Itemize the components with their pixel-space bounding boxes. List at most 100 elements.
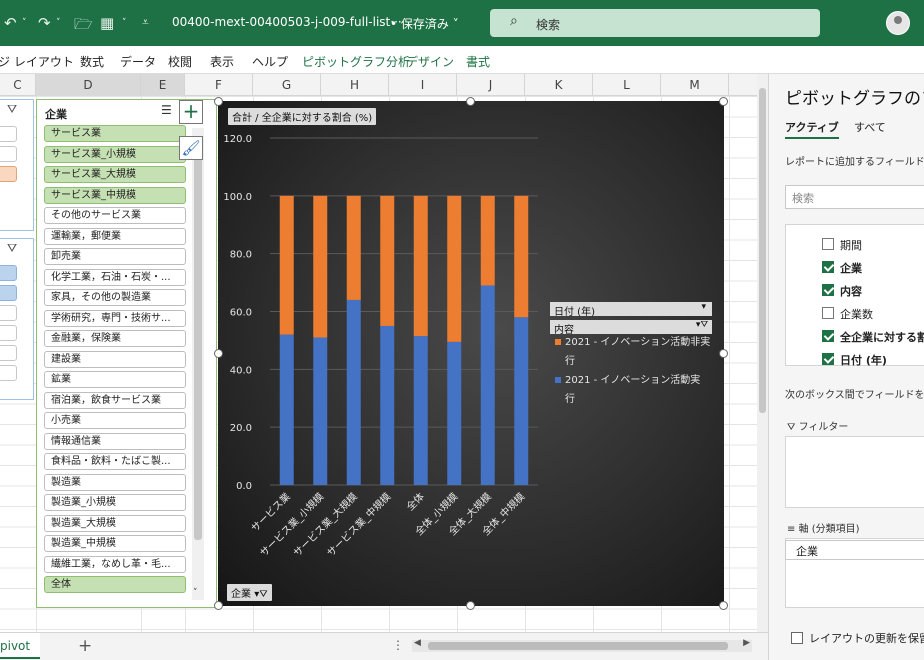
column-header-d[interactable]: D (36, 74, 141, 96)
partial-slicer-item[interactable] (0, 325, 17, 341)
vertical-scroll-thumb[interactable] (759, 88, 766, 413)
bar-segment[interactable] (279, 334, 294, 485)
field-label-content[interactable]: 内容 (840, 283, 862, 299)
field-checkbox-ratio[interactable] (822, 330, 834, 342)
column-header-h[interactable]: H (321, 74, 389, 96)
tab-all[interactable]: すべて (854, 119, 886, 135)
bar-segment[interactable] (514, 195, 529, 318)
bar-segment[interactable] (279, 195, 294, 335)
legend-date-button[interactable]: 日付 (年) ▾ (550, 302, 712, 318)
horizontal-scrollbar[interactable]: ◀ ▶ (412, 638, 752, 652)
open-folder-icon[interactable]: 🗁 (74, 14, 93, 39)
bar-segment[interactable] (346, 195, 361, 300)
slicer-item[interactable]: 製造業_中規模 (44, 535, 186, 552)
slicer-item[interactable]: 小売業 (44, 412, 186, 429)
slicer-item[interactable]: サービス業 (44, 125, 186, 142)
more-options-icon[interactable]: ⋮ (392, 638, 404, 652)
slicer-scroll-thumb[interactable] (194, 140, 202, 540)
slicer-item[interactable]: サービス業_中規模 (44, 186, 186, 204)
slicer-item[interactable]: 学術研究，専門・技術サ... (44, 309, 186, 327)
tab-page-layout[interactable]: ジ レイアウト (0, 53, 74, 70)
slicer-item[interactable]: 宿泊業，飲食サービス業 (44, 391, 186, 409)
bar-segment[interactable] (313, 337, 328, 485)
slicer-item[interactable]: 卸売業 (44, 248, 186, 265)
slicer-item[interactable]: サービス業_小規模 (44, 145, 186, 163)
resize-handle[interactable] (719, 349, 728, 358)
defer-layout-checkbox[interactable] (791, 632, 803, 644)
resize-handle[interactable] (214, 349, 223, 358)
chevron-down-icon[interactable]: ˅ (122, 18, 127, 28)
slicer-item[interactable]: 運輸業，郵便業 (44, 227, 186, 245)
field-label-ratio[interactable]: 全企業に対する割 (840, 329, 924, 345)
column-header-l[interactable]: L (593, 74, 661, 96)
partial-slicer-item[interactable] (0, 126, 17, 142)
slicer-item[interactable]: 製造業 (44, 473, 186, 491)
field-label-company[interactable]: 企業 (840, 260, 862, 276)
company-slicer[interactable]: 企業 ☰ ˅ サービス業 サービス業_小規模 サービス業_大規模 サービス業_中規模そ… (36, 99, 217, 608)
field-label-company-count[interactable]: 企業数 (840, 306, 873, 322)
resize-handle[interactable] (214, 97, 223, 106)
slicer-item[interactable]: 家具，その他の製造業 (44, 289, 186, 306)
legend-content-button[interactable]: 内容 ▾⛛ (550, 320, 712, 336)
partial-slicer-item[interactable] (0, 146, 17, 162)
sheet-tab-pivot[interactable]: pivot (0, 633, 40, 659)
form-icon[interactable]: ▦ (100, 14, 114, 32)
column-header-e[interactable]: E (141, 74, 185, 96)
bar-segment[interactable] (313, 195, 328, 338)
slicer-item[interactable]: 製造業_小規模 (44, 494, 186, 511)
bar-segment[interactable] (413, 336, 428, 485)
tab-format[interactable]: 書式 (466, 53, 490, 70)
bar-segment[interactable] (380, 195, 395, 326)
field-checkbox-content[interactable] (822, 284, 834, 296)
slicer-item[interactable]: 鉱業 (44, 371, 186, 388)
bar-segment[interactable] (346, 299, 361, 485)
axis-field-chip[interactable]: 企業˅ (785, 540, 924, 560)
redo-icon[interactable]: ↷ (38, 14, 51, 32)
resize-handle[interactable] (719, 97, 728, 106)
clear-filter-icon[interactable]: ⛛ (7, 241, 17, 256)
resize-handle[interactable] (214, 601, 223, 610)
field-search-input[interactable]: 検索 (785, 185, 924, 209)
add-sheet-button[interactable]: + (78, 636, 92, 656)
slicer-item[interactable]: その他のサービス業 (44, 207, 186, 224)
pivot-chart[interactable]: 合計 / 全企業に対する割合 (%) 0.0 20.0 40.0 60.0 80.0 10… (218, 101, 724, 606)
tab-data[interactable]: データ (120, 53, 156, 70)
column-header-g[interactable]: G (253, 74, 321, 96)
bar-segment[interactable] (380, 325, 395, 485)
resize-handle[interactable] (719, 601, 728, 610)
bar-segment[interactable] (480, 285, 495, 485)
bar-segment[interactable] (480, 195, 495, 286)
horizontal-scroll-thumb[interactable] (428, 642, 728, 650)
column-header-k[interactable]: K (525, 74, 593, 96)
column-header-m[interactable]: M (661, 74, 729, 96)
tab-view[interactable]: 表示 (210, 53, 234, 70)
bar-segment[interactable] (514, 317, 529, 485)
partial-slicer-item[interactable] (0, 265, 17, 281)
filter-area[interactable] (785, 436, 924, 508)
avatar[interactable] (886, 11, 910, 35)
field-checkbox-company-count[interactable] (822, 307, 834, 319)
tab-pivotchart-analyze[interactable]: ピボットグラフ分析 (302, 53, 410, 70)
resize-handle[interactable] (466, 601, 475, 610)
field-label-period[interactable]: 期間 (840, 237, 862, 253)
partial-slicer-item[interactable] (0, 345, 17, 361)
partial-slicer-item[interactable] (0, 365, 17, 381)
customize-toolbar-icon[interactable]: ⩡ (142, 15, 149, 30)
save-status[interactable]: • 保存済み ˅ (390, 15, 459, 32)
bar-segment[interactable] (413, 195, 428, 337)
scroll-right-icon[interactable]: ▶ (743, 638, 750, 648)
partial-slicer-top[interactable]: ⛛ (0, 99, 34, 231)
chevron-down-icon[interactable]: ˅ (193, 588, 198, 598)
chevron-down-icon[interactable]: ˅ (22, 18, 27, 28)
field-checkbox-date-year[interactable] (822, 353, 834, 365)
slicer-item[interactable]: 繊維工業，なめし革・毛... (44, 555, 186, 573)
scroll-left-icon[interactable]: ◀ (414, 638, 421, 648)
column-header-j[interactable]: J (457, 74, 525, 96)
clear-filter-icon[interactable]: ⛛ (7, 102, 17, 117)
field-checkbox-period[interactable] (822, 238, 834, 250)
axis-field-button[interactable]: 企業 ▾⛛ (227, 584, 272, 601)
chevron-down-icon[interactable]: ˅ (56, 18, 61, 28)
column-header-i[interactable]: I (389, 74, 457, 96)
slicer-item[interactable]: 建設業 (44, 350, 186, 368)
partial-slicer-item[interactable] (0, 285, 17, 301)
